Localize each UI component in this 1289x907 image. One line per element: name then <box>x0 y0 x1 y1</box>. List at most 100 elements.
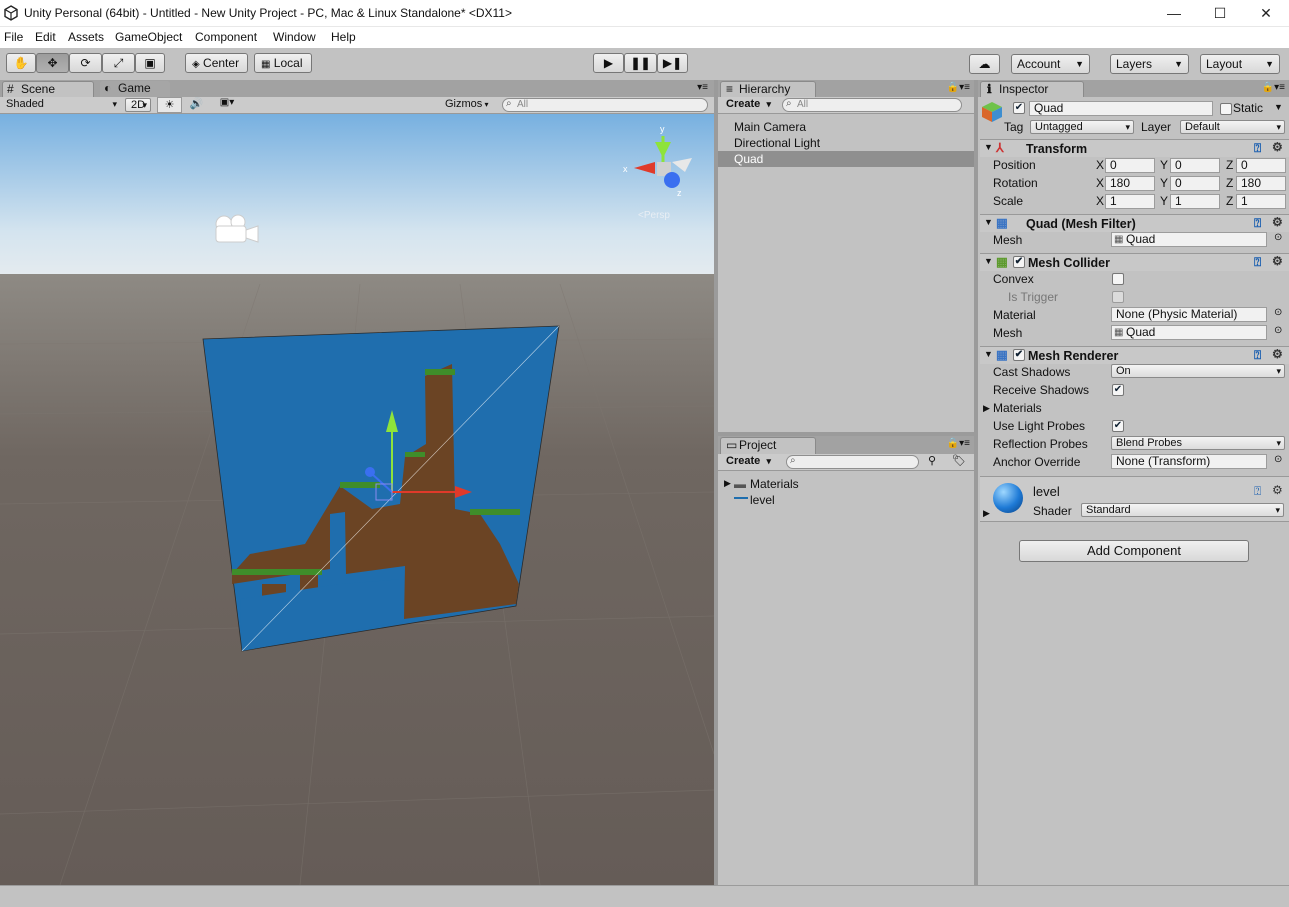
move-tool-button[interactable]: ✥ <box>36 53 69 73</box>
menu-window[interactable]: Window <box>273 30 316 44</box>
materials-label[interactable]: Materials <box>993 401 1042 415</box>
scale-y-input[interactable]: 1 <box>1170 194 1220 209</box>
scene-audio-button[interactable]: 🔊 <box>184 97 209 113</box>
object-picker-icon[interactable]: ⊙ <box>1274 325 1282 336</box>
shader-dropdown[interactable]: Standard <box>1081 503 1284 517</box>
filter-by-type-icon[interactable]: ⚲ <box>928 454 936 467</box>
project-create-dropdown[interactable]: Create <box>722 455 774 469</box>
mesh-renderer-enabled-checkbox[interactable]: ✔ <box>1013 349 1025 361</box>
maximize-button[interactable]: ☐ <box>1197 0 1243 27</box>
scene-effects-button[interactable]: ▣▾ <box>212 97 242 113</box>
menu-file[interactable]: File <box>4 30 23 44</box>
foldout-arrow-icon[interactable]: ▶ <box>983 508 990 519</box>
active-checkbox[interactable]: ✔ <box>1013 102 1025 114</box>
hierarchy-item-main-camera[interactable]: Main Camera <box>718 119 974 135</box>
tab-project[interactable]: ▭ Project <box>720 437 816 454</box>
receive-shadows-checkbox[interactable]: ✔ <box>1112 384 1124 396</box>
hierarchy-create-dropdown[interactable]: Create <box>722 98 774 112</box>
mode-2d-button[interactable]: 2D <box>125 98 151 112</box>
layout-dropdown[interactable]: Layout ▼ <box>1200 54 1280 74</box>
minimize-button[interactable]: — <box>1151 0 1197 27</box>
tab-game[interactable]: ◐ Game <box>100 81 170 98</box>
lock-icon[interactable]: 🔒▾≡ <box>947 82 970 93</box>
tab-scene[interactable]: # Scene <box>2 81 94 98</box>
project-item-level[interactable]: level <box>750 493 775 507</box>
panel-menu-icon[interactable]: ▾≡ <box>697 82 708 93</box>
material-preview-sphere[interactable] <box>993 483 1023 513</box>
tag-dropdown[interactable]: Untagged <box>1030 120 1134 134</box>
scene-search-input[interactable]: ⌕ All <box>502 98 708 112</box>
scale-x-input[interactable]: 1 <box>1105 194 1155 209</box>
menu-gameobject[interactable]: GameObject <box>115 30 182 44</box>
gear-icon[interactable]: ⚙ <box>1272 215 1283 229</box>
menu-edit[interactable]: Edit <box>35 30 56 44</box>
anchor-override-field[interactable]: None (Transform) <box>1111 454 1267 469</box>
foldout-arrow-icon[interactable]: ▶ <box>983 403 990 414</box>
scale-z-input[interactable]: 1 <box>1236 194 1286 209</box>
play-button[interactable]: ▶ <box>593 53 624 73</box>
position-y-input[interactable]: 0 <box>1170 158 1220 173</box>
layer-dropdown[interactable]: Default <box>1180 120 1285 134</box>
transform-header[interactable]: ▼ ⅄ Transform ⍰ ⚙ <box>980 139 1289 157</box>
static-dropdown-icon[interactable]: ▼ <box>1274 102 1283 112</box>
gear-icon[interactable]: ⚙ <box>1272 483 1283 497</box>
mesh-collider-enabled-checkbox[interactable]: ✔ <box>1013 256 1025 268</box>
gizmos-dropdown[interactable]: Gizmos ▾ <box>441 98 495 113</box>
lock-icon[interactable]: 🔒▾≡ <box>947 438 970 449</box>
rect-tool-button[interactable]: ▣ <box>135 53 165 73</box>
account-dropdown[interactable]: Account ▼ <box>1011 54 1090 74</box>
object-picker-icon[interactable]: ⊙ <box>1274 307 1282 318</box>
help-icon[interactable]: ⍰ <box>1254 255 1261 270</box>
shading-mode-dropdown[interactable]: Shaded <box>2 98 120 112</box>
help-icon[interactable]: ⍰ <box>1254 216 1261 231</box>
pivot-mode-button[interactable]: ◈ Center <box>185 53 248 73</box>
filter-by-label-icon[interactable]: 🏷 <box>952 454 966 467</box>
quad-object[interactable] <box>202 325 560 652</box>
layers-dropdown[interactable]: Layers ▼ <box>1110 54 1189 74</box>
object-picker-icon[interactable]: ⊙ <box>1274 232 1282 243</box>
help-icon[interactable]: ⍰ <box>1254 141 1261 156</box>
expand-arrow-icon[interactable]: ▶ <box>724 478 731 489</box>
add-component-button[interactable]: Add Component <box>1019 540 1249 562</box>
use-light-probes-checkbox[interactable]: ✔ <box>1112 420 1124 432</box>
project-search-input[interactable]: ⌕ <box>786 455 919 469</box>
project-item-materials[interactable]: Materials <box>750 477 799 491</box>
close-button[interactable]: ✕ <box>1243 0 1289 27</box>
hierarchy-item-directional-light[interactable]: Directional Light <box>718 135 974 151</box>
rotation-y-input[interactable]: 0 <box>1170 176 1220 191</box>
position-z-input[interactable]: 0 <box>1236 158 1286 173</box>
cloud-button[interactable]: ☁ <box>969 54 1000 74</box>
hand-tool-button[interactable]: ✋ <box>6 53 36 73</box>
rotation-z-input[interactable]: 180 <box>1236 176 1286 191</box>
pivot-space-button[interactable]: ▦ Local <box>254 53 312 73</box>
scene-viewport[interactable]: y x z <Persp <box>0 114 714 885</box>
position-x-input[interactable]: 0 <box>1105 158 1155 173</box>
projection-label[interactable]: <Persp <box>638 210 670 221</box>
object-picker-icon[interactable]: ⊙ <box>1274 454 1282 465</box>
static-checkbox[interactable] <box>1220 103 1232 115</box>
cast-shadows-dropdown[interactable]: On <box>1111 364 1285 378</box>
menu-help[interactable]: Help <box>331 30 356 44</box>
help-icon[interactable]: ⍰ <box>1254 484 1261 499</box>
tab-hierarchy[interactable]: ≡ Hierarchy <box>720 81 816 98</box>
hierarchy-item-quad[interactable]: Quad <box>718 151 974 167</box>
lock-icon[interactable]: 🔒▾≡ <box>1262 82 1285 93</box>
convex-checkbox[interactable] <box>1112 273 1124 285</box>
gear-icon[interactable]: ⚙ <box>1272 140 1283 154</box>
gear-icon[interactable]: ⚙ <box>1272 347 1283 361</box>
rotation-x-input[interactable]: 180 <box>1105 176 1155 191</box>
mesh-collider-header[interactable]: ▼ ▦ ✔ Mesh Collider ⍰ ⚙ <box>980 253 1289 271</box>
collider-mesh-field[interactable]: ▦ Quad <box>1111 325 1267 340</box>
object-name-input[interactable]: Quad <box>1029 101 1213 116</box>
menu-assets[interactable]: Assets <box>68 30 104 44</box>
reflection-probes-dropdown[interactable]: Blend Probes <box>1111 436 1285 450</box>
scene-lighting-button[interactable]: ☀ <box>157 97 182 113</box>
hierarchy-search-input[interactable]: ⌕ All <box>782 98 962 112</box>
mesh-renderer-header[interactable]: ▼ ▦ ✔ Mesh Renderer ⍰ ⚙ <box>980 346 1289 364</box>
menu-component[interactable]: Component <box>195 30 257 44</box>
tab-inspector[interactable]: ℹ Inspector <box>980 81 1084 98</box>
rotate-tool-button[interactable]: ⟳ <box>69 53 102 73</box>
help-icon[interactable]: ⍰ <box>1254 348 1261 363</box>
step-button[interactable]: ▶❚ <box>657 53 688 73</box>
gear-icon[interactable]: ⚙ <box>1272 254 1283 268</box>
